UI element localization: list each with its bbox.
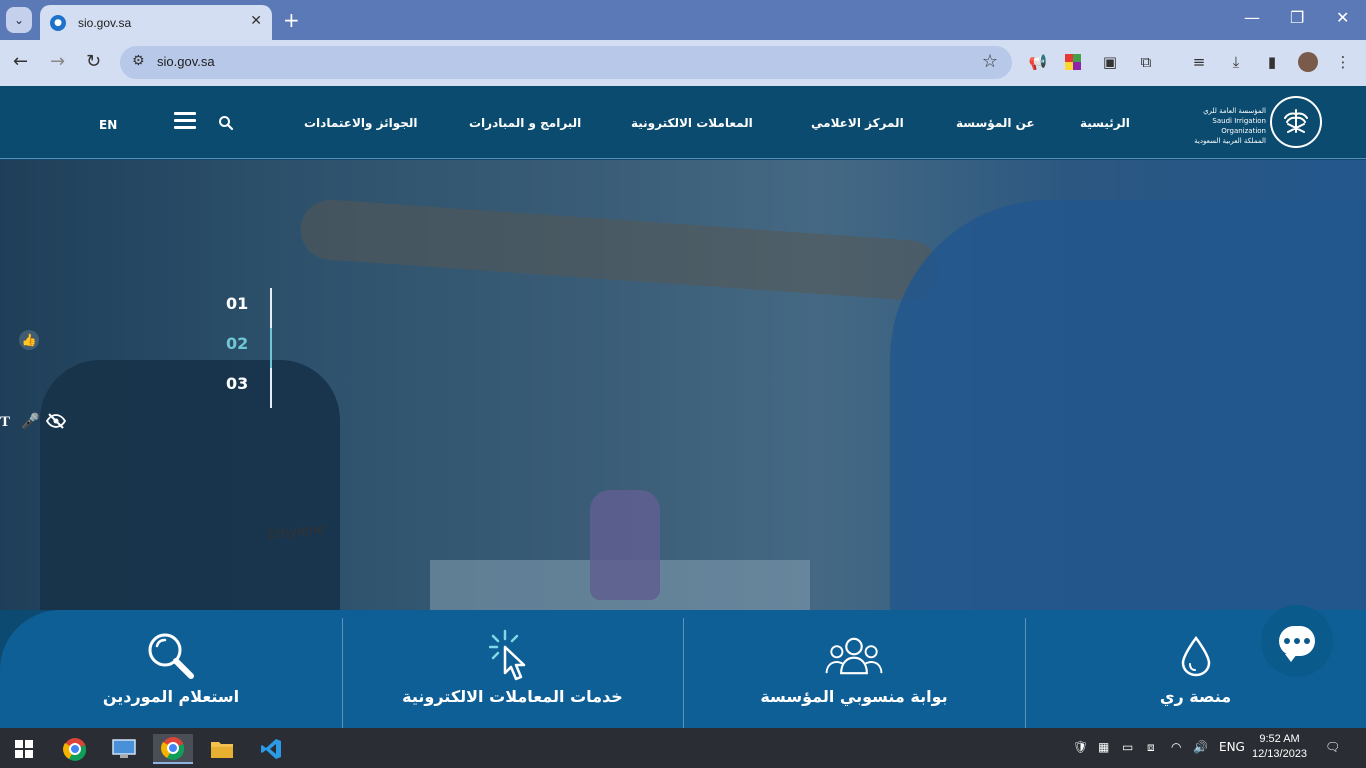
slide-line-1 [270,288,272,328]
thumbs-up-icon[interactable]: 👍 [19,330,39,350]
tab-title: sio.gov.sa [78,15,132,30]
service-employee-portal[interactable]: بوابة منسوبي المؤسسة [683,610,1025,728]
water-drop-icon [1166,627,1226,685]
restore-icon[interactable]: ❐ [1290,8,1304,27]
chrome-icon[interactable] [55,734,95,764]
battery-icon[interactable]: ▭ [1122,740,1133,754]
clipboard-extension-icon[interactable]: ▣ [1101,53,1119,71]
notifications-icon[interactable]: 🗨 [1325,740,1340,754]
vscode-icon[interactable] [251,734,291,764]
wifi-icon[interactable]: ◠ [1171,740,1181,754]
slide-indicator-1[interactable]: 01 [226,294,248,313]
slide-line-2 [270,328,272,368]
reload-icon[interactable]: ↻ [86,51,101,72]
new-tab-button[interactable]: + [283,8,300,32]
chat-bubble-icon [1279,626,1315,662]
magnifier-icon [141,627,201,685]
logo-text-arabic: المؤسسة العامة للري [1203,107,1266,115]
logo-text-arabic-secondary: المملكة العربية السعودية [1194,137,1266,145]
nav-awards[interactable]: الجوائز والاعتمادات [304,116,418,130]
hamburger-menu-icon[interactable] [174,112,196,130]
slide-line-3 [270,368,272,408]
system-clock[interactable]: 9:52 AM 12/13/2023 [1252,732,1307,762]
input-language[interactable]: ENG [1219,740,1245,754]
hero-slider: Ethylene [0,160,1366,610]
logo-text-english: Saudi Irrigation Organization [1212,117,1266,135]
side-panel-icon[interactable]: ▮ [1263,53,1281,71]
nav-e-services[interactable]: المعاملات الالكترونية [631,116,753,130]
remote-desktop-icon[interactable] [104,734,144,764]
bookmark-star-icon[interactable]: ☆ [982,51,998,72]
back-arrow-icon[interactable]: ← [13,51,28,72]
service-label: منصة ري [1159,686,1232,706]
nav-programs[interactable]: البرامج و المبادرات [469,116,581,130]
palm-emblem-icon [1270,96,1322,148]
service-label: استعلام الموردين [102,686,240,706]
cursor-click-icon [483,627,543,685]
service-divider [1025,618,1026,728]
search-icon[interactable] [218,115,234,135]
service-e-transactions[interactable]: خدمات المعاملات الالكترونية [342,610,683,728]
browser-tab[interactable]: ● sio.gov.sa ✕ [40,5,272,40]
browser-tab-bar: ⌄ ● sio.gov.sa ✕ + — ❐ ✕ [0,0,1366,40]
clock-date: 12/13/2023 [1252,748,1308,760]
nav-home[interactable]: الرئيسية [1080,116,1130,130]
close-tab-icon[interactable]: ✕ [250,13,262,29]
more-menu-icon[interactable]: ⋮ [1334,53,1352,71]
service-label: بوابة منسوبي المؤسسة [760,686,948,706]
file-explorer-icon[interactable] [202,734,242,764]
chat-button[interactable] [1261,605,1333,677]
window-close-icon[interactable]: ✕ [1336,8,1349,27]
text-size-icon[interactable]: T [0,414,10,431]
megaphone-extension-icon[interactable]: 📢 [1029,53,1048,71]
address-bar[interactable]: ⚙ sio.gov.sa ☆ [120,46,1012,79]
camera-icon[interactable]: ⧈ [1147,740,1155,755]
profile-avatar[interactable] [1298,52,1318,72]
color-extension-icon[interactable] [1064,53,1082,71]
service-divider [342,618,343,728]
site-favicon-icon: ● [50,14,66,31]
url-text: sio.gov.sa [157,54,215,69]
site-info-icon[interactable]: ⚙ [132,53,145,69]
forward-arrow-icon[interactable]: → [50,51,65,72]
media-control-icon[interactable]: ≡ [1190,53,1208,71]
browser-toolbar: ← → ↻ ⚙ sio.gov.sa ☆ 📢 ▣ ⧉ ≡ ⤓ ▮ ⋮ [0,40,1366,86]
nav-media-center[interactable]: المركز الاعلامي [811,116,904,130]
windows-start-icon[interactable] [4,734,44,764]
clock-time: 9:52 AM [1259,733,1300,745]
language-toggle[interactable]: EN [99,118,117,132]
service-divider [683,618,684,728]
security-shield-icon[interactable]: 🛡 [1073,740,1088,754]
nav-about[interactable]: عن المؤسسة [956,116,1035,130]
service-supplier-inquiry[interactable]: استعلام الموردين [0,610,342,728]
tab-search-button[interactable]: ⌄ [6,7,32,33]
service-label: خدمات المعاملات الالكترونية [402,686,623,706]
users-group-icon [824,627,884,685]
slide-indicator-3[interactable]: 03 [226,374,248,393]
hide-eye-icon[interactable] [45,413,67,433]
microphone-icon[interactable]: 🎤 [21,412,40,430]
sio-logo[interactable]: المؤسسة العامة للري Saudi Irrigation Org… [1178,96,1324,150]
hero-overlay [0,160,1366,610]
minimize-icon[interactable]: — [1244,8,1260,27]
logo-text: المؤسسة العامة للري Saudi Irrigation Org… [1178,106,1266,146]
services-bar: منصة ري بوابة منسوبي المؤسسة خدمات المعا… [0,610,1366,728]
volume-icon[interactable]: 🔊 [1193,740,1208,754]
windows-taskbar: 🛡 ▦ ▭ ⧈ ◠ 🔊 ENG 9:52 AM 12/13/2023 🗨 [0,728,1366,768]
chrome-profile-icon[interactable] [153,734,193,764]
download-icon[interactable]: ⤓ [1227,53,1245,71]
slide-indicator-2[interactable]: 02 [226,334,248,353]
site-header: المؤسسة العامة للري Saudi Irrigation Org… [0,86,1366,159]
extensions-puzzle-icon[interactable]: ⧉ [1137,53,1155,71]
tray-app-icon[interactable]: ▦ [1098,740,1109,754]
